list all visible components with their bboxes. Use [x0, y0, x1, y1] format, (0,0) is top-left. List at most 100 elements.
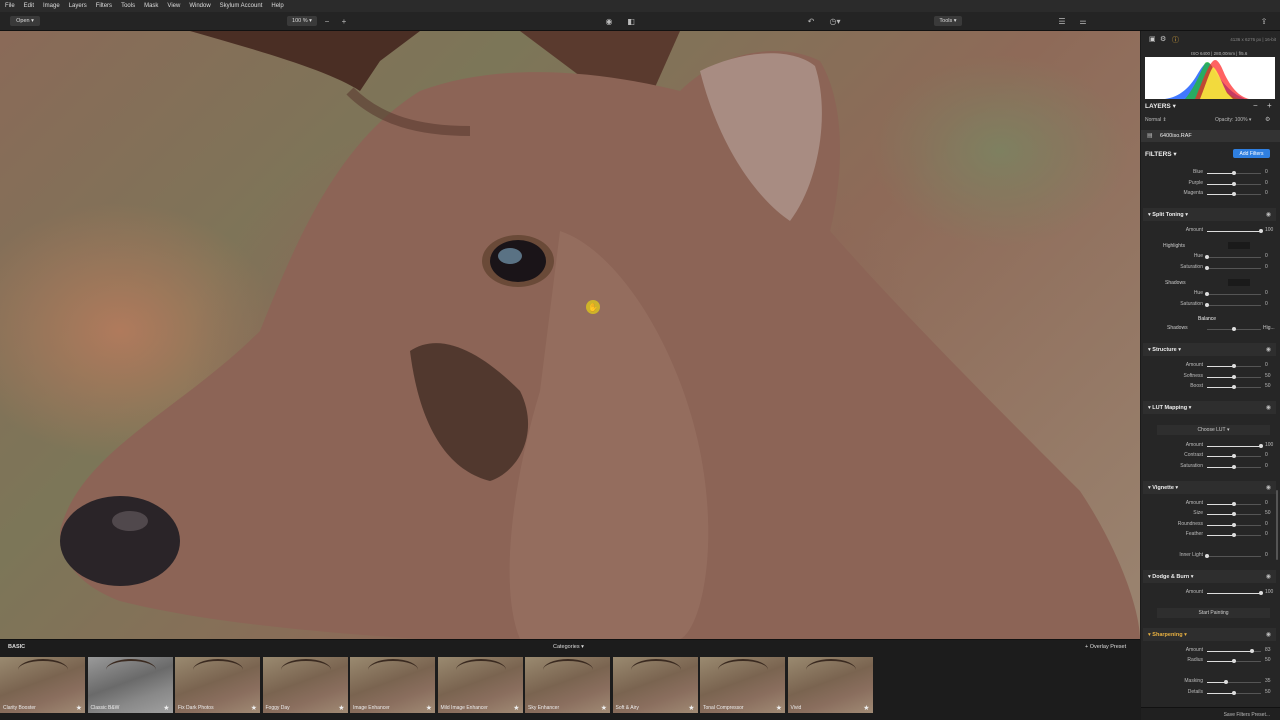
sharpening-radius-slider[interactable]: Radius 50	[1141, 657, 1280, 665]
preset-thumbnail[interactable]: Classic B&W ★	[87, 657, 173, 713]
split-amount-slider[interactable]: Amount 100	[1141, 227, 1280, 235]
slider-knob[interactable]	[1232, 182, 1236, 186]
dodge-amount-slider[interactable]: Amount 100	[1141, 589, 1280, 597]
compare-icon[interactable]: ◧	[625, 16, 637, 26]
slider-track[interactable]	[1207, 512, 1261, 516]
eye-icon[interactable]: ◉	[1266, 631, 1271, 638]
eye-icon[interactable]: ◉	[1266, 211, 1271, 218]
slider-knob[interactable]	[1205, 292, 1209, 296]
highlights-hue-slider[interactable]: Hue 0	[1141, 253, 1280, 261]
slider-track[interactable]	[1205, 266, 1261, 270]
slider-track[interactable]	[1207, 591, 1263, 595]
menu-filters[interactable]: Filters	[96, 3, 112, 9]
eye-icon[interactable]: ◉	[1266, 573, 1271, 580]
menu-window[interactable]: Window	[189, 3, 210, 9]
save-filters-preset-button[interactable]: Save Filters Preset...	[1224, 712, 1270, 718]
slider-knob[interactable]	[1223, 680, 1228, 684]
history-icon[interactable]: ◷▾	[825, 16, 845, 26]
slider-track[interactable]	[1207, 533, 1261, 537]
layers-title[interactable]: LAYERS ▾	[1145, 102, 1176, 110]
slider-track[interactable]	[1207, 649, 1261, 653]
preset-thumbnail[interactable]: Mild Image Enhancer ★	[437, 657, 523, 713]
lut-contrast-slider[interactable]: Contrast 0	[1141, 452, 1280, 460]
star-icon[interactable]: ★	[601, 704, 607, 712]
star-icon[interactable]: ★	[338, 704, 344, 712]
zoom-in-icon[interactable]: +	[338, 16, 350, 26]
preset-thumbnail[interactable]: Tonal Compressor ★	[700, 657, 785, 713]
vignette-size-slider[interactable]: Size 50	[1141, 510, 1280, 518]
structure-softness-slider[interactable]: Softness 50	[1141, 373, 1280, 381]
vignette-header[interactable]: ▾ Vignette ▾ ◉	[1143, 481, 1276, 494]
slider-track[interactable]	[1207, 182, 1261, 186]
start-painting-button[interactable]: Start Painting	[1157, 608, 1270, 618]
opacity-select[interactable]: Opacity: 100% ▾	[1215, 117, 1251, 123]
slider-track[interactable]	[1207, 375, 1261, 379]
choose-lut-dropdown[interactable]: Choose LUT ▾	[1157, 425, 1270, 435]
info-icon[interactable]: ⓘ	[1172, 35, 1179, 45]
preset-thumbnail[interactable]: Soft & Airy ★	[612, 657, 698, 713]
layer-row[interactable]: ▤ 6400iso.RAF	[1141, 130, 1280, 142]
menu-layers[interactable]: Layers	[69, 3, 87, 9]
menu-view[interactable]: View	[167, 3, 180, 9]
slider-knob[interactable]	[1232, 171, 1236, 175]
inner-light-slider[interactable]: Inner Light 0	[1141, 552, 1280, 560]
balance-slider[interactable]	[1207, 327, 1261, 331]
preset-thumbnail[interactable]: Clarity Booster ★	[0, 657, 85, 713]
slider-track[interactable]	[1207, 364, 1261, 368]
adjustments-toggle-icon[interactable]: ⚌	[1077, 16, 1089, 26]
slider-knob[interactable]	[1232, 502, 1236, 506]
slider-knob[interactable]	[1232, 192, 1236, 196]
star-icon[interactable]: ★	[163, 704, 169, 712]
slider-knob[interactable]	[1232, 533, 1236, 537]
slider-track[interactable]	[1207, 523, 1261, 527]
slider-knob[interactable]	[1232, 327, 1236, 331]
slider-knob[interactable]	[1205, 255, 1209, 259]
gear-icon[interactable]: ⚙	[1160, 35, 1166, 43]
slider-track[interactable]	[1207, 465, 1261, 469]
share-icon[interactable]: ⇪	[1258, 16, 1270, 26]
preset-thumbnail[interactable]: Fix Dark Photos ★	[175, 657, 260, 713]
tools-button[interactable]: Tools ▾	[934, 16, 962, 26]
slider-track[interactable]	[1207, 171, 1261, 175]
slider-knob[interactable]	[1205, 266, 1209, 270]
shadows-saturation-slider[interactable]: Saturation 0	[1141, 301, 1280, 309]
slider-track[interactable]	[1205, 554, 1261, 558]
menu-image[interactable]: Image	[43, 3, 60, 9]
histogram-tab-icon[interactable]: ▣	[1149, 35, 1156, 43]
vignette-amount-slider[interactable]: Amount 0	[1141, 500, 1280, 508]
slider-knob[interactable]	[1259, 591, 1263, 595]
filters-title[interactable]: FILTERS ▾	[1145, 150, 1177, 158]
slider-track[interactable]	[1207, 192, 1261, 196]
dodge-burn-header[interactable]: ▾ Dodge & Burn ▾ ◉	[1143, 570, 1276, 583]
slider-knob[interactable]	[1205, 554, 1209, 558]
vignette-roundness-slider[interactable]: Roundness 0	[1141, 521, 1280, 529]
structure-boost-slider[interactable]: Boost 50	[1141, 383, 1280, 391]
slider-knob[interactable]	[1232, 364, 1236, 368]
layers-toggle-icon[interactable]: ☰	[1056, 16, 1068, 26]
photo-canvas[interactable]: ✋	[0, 31, 1140, 639]
menu-account[interactable]: Skylum Account	[220, 3, 263, 9]
vignette-feather-slider[interactable]: Feather 0	[1141, 531, 1280, 539]
sharpening-masking-slider[interactable]: Masking 35	[1141, 678, 1280, 686]
slider-knob[interactable]	[1259, 229, 1263, 233]
slider-knob[interactable]	[1232, 512, 1236, 516]
slider-knob[interactable]	[1232, 691, 1236, 695]
panel-scrollbar[interactable]	[1276, 490, 1278, 560]
highlights-color-swatch[interactable]	[1228, 242, 1250, 249]
eye-icon[interactable]: ◉	[1266, 404, 1271, 411]
slider-knob[interactable]	[1232, 465, 1236, 469]
lut-amount-slider[interactable]: Amount 100	[1141, 442, 1280, 450]
highlights-saturation-slider[interactable]: Saturation 0	[1141, 264, 1280, 272]
structure-amount-slider[interactable]: Amount 0	[1141, 362, 1280, 370]
slider-track[interactable]	[1205, 255, 1261, 259]
remove-layer-icon[interactable]: −	[1253, 101, 1258, 110]
preset-thumbnail[interactable]: Image Enhancer ★	[350, 657, 435, 713]
slider-track[interactable]	[1207, 454, 1261, 458]
star-icon[interactable]: ★	[76, 704, 82, 712]
eye-icon[interactable]: ◉	[1266, 484, 1271, 491]
open-button[interactable]: Open ▾	[10, 16, 40, 26]
slider-knob[interactable]	[1249, 649, 1254, 653]
slider-track[interactable]	[1207, 385, 1261, 389]
slider-knob[interactable]	[1232, 454, 1236, 458]
lut-saturation-slider[interactable]: Saturation 0	[1141, 463, 1280, 471]
